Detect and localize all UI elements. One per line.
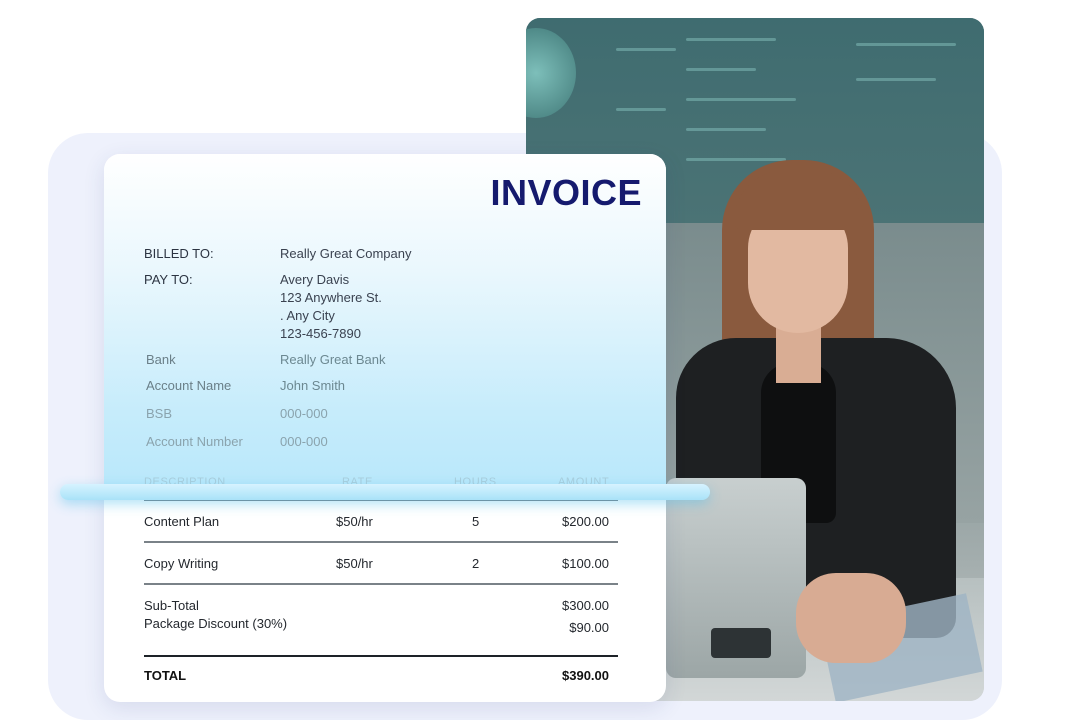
scan-highlight-bar	[60, 484, 710, 500]
table-divider	[144, 583, 618, 585]
subtotal-value: $300.00	[562, 598, 609, 613]
account-number-label: Account Number	[146, 434, 243, 449]
item-amount: $100.00	[562, 556, 609, 571]
pay-to-label: PAY TO:	[144, 272, 193, 287]
account-name-label: Account Name	[146, 378, 232, 393]
pay-to-street: 123 Anywhere St.	[280, 290, 382, 305]
pay-to-city: . Any City	[280, 308, 335, 323]
bank-label: Bank	[146, 352, 176, 367]
pay-to-name: Avery Davis	[280, 272, 350, 287]
item-hours: 5	[472, 514, 480, 529]
invoice-title: INVOICE	[490, 172, 642, 213]
bsb-value: 000-000	[280, 406, 328, 421]
item-rate: $50/hr	[336, 514, 373, 529]
total-value: $390.00	[562, 668, 609, 683]
account-name-value: John Smith	[280, 378, 346, 393]
item-amount: $200.00	[562, 514, 609, 529]
account-number-value: 000-000	[280, 434, 328, 449]
item-hours: 2	[472, 556, 480, 571]
billed-to-value: Really Great Company	[280, 246, 412, 261]
item-rate: $50/hr	[336, 556, 373, 571]
billed-to-label: BILLED TO:	[144, 246, 214, 261]
pay-to-phone: 123-456-7890	[280, 326, 361, 341]
table-divider	[144, 541, 618, 543]
bsb-label: BSB	[146, 406, 173, 421]
discount-value: $90.00	[569, 620, 609, 635]
discount-label: Package Discount (30%)	[144, 616, 288, 631]
bank-value: Really Great Bank	[280, 352, 386, 367]
invoice-card: INVOICE BILLED TO: Really Great Company …	[104, 154, 666, 702]
total-label: TOTAL	[144, 668, 187, 683]
item-description: Copy Writing	[144, 556, 219, 571]
total-divider	[144, 655, 618, 657]
item-description: Content Plan	[144, 514, 220, 529]
subtotal-label: Sub-Total	[144, 598, 199, 613]
